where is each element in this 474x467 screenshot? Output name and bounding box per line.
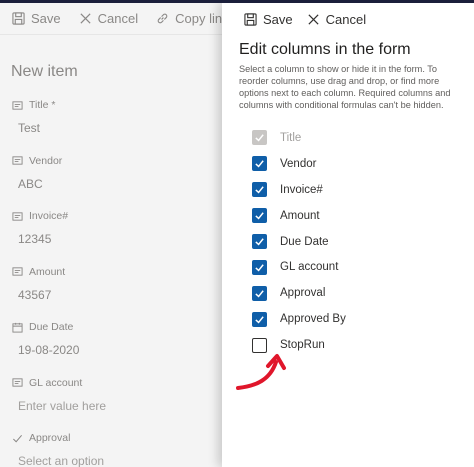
column-checkbox <box>252 130 267 146</box>
column-label: Approval <box>280 287 326 300</box>
text-field-icon <box>12 377 23 388</box>
field-label: Vendor <box>29 154 63 167</box>
column-label: Due Date <box>280 235 329 248</box>
column-item[interactable]: Amount <box>252 203 346 229</box>
text-field-icon <box>12 155 23 166</box>
column-item[interactable]: Approval <box>252 280 346 306</box>
window-top-bar <box>0 0 474 3</box>
panel-save-label: Save <box>263 11 293 27</box>
column-checkbox[interactable] <box>252 182 267 198</box>
field-value[interactable]: ABC <box>12 167 222 191</box>
field-label-row: Title * <box>12 93 222 111</box>
field-label-row: Vendor <box>12 149 222 167</box>
save-icon <box>244 12 257 26</box>
form-field: Invoice# 12345 <box>0 204 222 260</box>
checkmark-icon <box>254 132 265 143</box>
save-icon <box>12 12 25 25</box>
annotation-arrow <box>236 354 286 390</box>
form-cancel-button[interactable]: Cancel <box>79 11 138 26</box>
field-value[interactable]: 12345 <box>12 222 222 246</box>
column-item[interactable]: Approved By <box>252 306 346 332</box>
form-field: Title * Test <box>0 93 222 149</box>
checkmark-icon <box>254 262 265 273</box>
form-field: Approval Select an option <box>0 426 222 467</box>
field-label: Amount <box>29 265 66 278</box>
field-value[interactable]: Test <box>12 111 222 135</box>
field-list: Title * Test Vendor ABC Invoice# 12345 Amount 4… <box>0 93 222 467</box>
column-item[interactable]: Vendor <box>252 151 346 177</box>
column-label: GL account <box>280 261 339 274</box>
field-label: Title * <box>29 99 56 111</box>
column-checkbox[interactable] <box>252 156 267 172</box>
checkmark-icon <box>254 210 265 221</box>
form-save-label: Save <box>31 11 61 26</box>
column-label: Invoice# <box>280 183 323 196</box>
column-checkbox[interactable] <box>252 208 267 224</box>
field-label-row: Amount <box>12 260 222 278</box>
column-item[interactable]: GL account <box>252 254 346 280</box>
field-label: GL account <box>29 376 83 389</box>
field-label-row: Due Date <box>12 315 222 333</box>
field-label: Invoice# <box>29 210 69 222</box>
panel-cancel-button[interactable]: Cancel <box>307 12 366 27</box>
panel-description: Select a column to show or hide it in th… <box>239 64 451 110</box>
column-item: Title <box>252 125 346 151</box>
form-save-button[interactable]: Save <box>12 11 61 26</box>
checkmark-icon <box>254 314 265 325</box>
form-field: Vendor ABC <box>0 149 222 205</box>
column-checkbox[interactable] <box>252 285 267 301</box>
column-list: Title Vendor Invoice# Amount Due Date GL acco… <box>252 125 346 358</box>
text-field-icon <box>12 266 23 277</box>
field-value[interactable]: 19-08-2020 <box>12 333 222 357</box>
column-item[interactable]: Invoice# <box>252 177 346 203</box>
form-field: GL account Enter value here <box>0 371 222 427</box>
field-label: Due Date <box>29 321 74 333</box>
form-field: Due Date 19-08-2020 <box>0 315 222 371</box>
calendar-icon <box>12 322 23 333</box>
form-toolbar: Save Cancel Copy link <box>0 3 222 35</box>
field-value[interactable]: Select an option <box>12 444 222 467</box>
field-value[interactable]: Enter value here <box>12 389 222 413</box>
form-cancel-label: Cancel <box>97 11 139 26</box>
column-checkbox[interactable] <box>252 259 267 275</box>
close-icon <box>80 13 91 24</box>
column-label: Approved By <box>280 313 346 326</box>
field-label-row: Invoice# <box>12 204 222 222</box>
column-label: Vendor <box>280 157 317 170</box>
field-label: Approval <box>29 432 71 444</box>
copy-link-label: Copy link <box>175 11 222 26</box>
field-label-row: GL account <box>12 371 222 389</box>
form-field: Amount 43567 <box>0 260 222 316</box>
column-label: Amount <box>280 209 320 222</box>
link-icon <box>157 13 168 24</box>
checkmark-icon <box>254 158 265 169</box>
field-label-row: Approval <box>12 426 222 444</box>
close-icon <box>308 13 319 25</box>
field-value[interactable]: 43567 <box>12 278 222 302</box>
panel-toolbar: Save Cancel <box>222 3 474 35</box>
text-field-icon <box>12 100 23 111</box>
checkmark-icon <box>254 236 265 247</box>
text-field-icon <box>12 211 23 222</box>
new-item-form: Save Cancel Copy link New item Title *Te… <box>0 3 222 467</box>
checkmark-icon <box>254 288 265 299</box>
column-item[interactable]: Due Date <box>252 229 346 255</box>
column-checkbox[interactable] <box>252 311 267 327</box>
panel-save-button[interactable]: Save <box>244 12 293 27</box>
panel-cancel-label: Cancel <box>325 11 367 27</box>
copy-link-button[interactable]: Copy link <box>156 11 222 26</box>
column-checkbox[interactable] <box>252 234 267 249</box>
check-icon <box>12 433 23 444</box>
checkmark-icon <box>254 184 265 195</box>
form-title: New item <box>11 63 78 80</box>
column-label: Title <box>280 131 302 144</box>
